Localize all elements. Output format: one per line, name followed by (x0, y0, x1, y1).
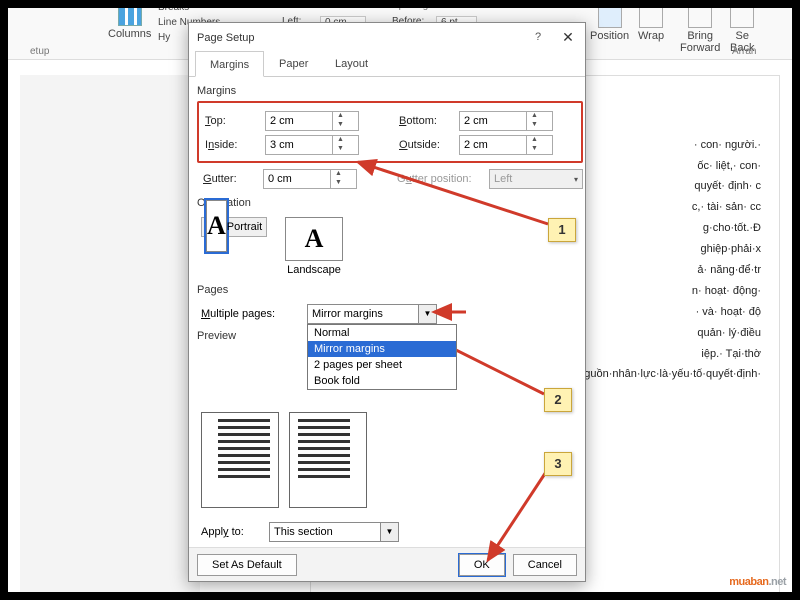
outside-spinner[interactable]: ▲▼ (459, 135, 553, 155)
tab-layout[interactable]: Layout (321, 51, 382, 77)
wrap-icon (639, 4, 663, 28)
close-button[interactable]: ✕ (555, 23, 581, 51)
outside-label: Outside: (399, 139, 459, 151)
watermark: muaban.net (729, 561, 786, 592)
callout-3: 3 (544, 452, 572, 476)
multiple-pages-label: Multiple pages: (201, 308, 297, 320)
option-book-fold[interactable]: Book fold (308, 373, 456, 389)
tab-paper[interactable]: Paper (265, 51, 322, 77)
page-setup-dialog: Page Setup ? ✕ Margins Paper Layout Marg… (188, 22, 586, 582)
orientation-landscape[interactable]: A Landscape (281, 217, 347, 276)
option-normal[interactable]: Normal (308, 325, 456, 341)
multiple-pages-combo[interactable]: Mirror margins ▼ Normal Mirror margins 2… (307, 304, 437, 324)
columns-icon (118, 2, 142, 26)
bottom-spinner[interactable]: ▲▼ (459, 111, 553, 131)
bottom-label: Bottom: (399, 115, 459, 127)
preview-legend: Preview (197, 330, 236, 342)
preview-page-left (201, 412, 279, 508)
orientation-group: Orientation A Portrait A Landscape (197, 197, 577, 278)
gutter-position-select: Left▾ (489, 169, 583, 189)
help-button[interactable]: ? (525, 23, 551, 51)
apply-to-combo[interactable]: This section ▼ (269, 522, 399, 542)
gutter-position-label: Gutter position: (397, 173, 489, 185)
bring-forward-button[interactable]: Bring Forward (680, 4, 720, 54)
dialog-title: Page Setup (197, 32, 255, 44)
gutter-spinner[interactable]: ▲▼ (263, 169, 357, 189)
position-icon (598, 4, 622, 28)
pages-legend: Pages (197, 284, 228, 296)
tab-margins[interactable]: Margins (195, 51, 264, 77)
margins-group: Margins Top: ▲▼ Bottom: ▲▼ Inside: ▲▼ Ou… (197, 85, 583, 191)
arrange-group-label: Arran (732, 46, 756, 57)
indent-group-label: Indent (282, 0, 310, 11)
portrait-icon: A (206, 200, 227, 252)
spacing-group-label: Spacing (392, 0, 428, 11)
page-setup-group-label: etup (30, 46, 49, 57)
dialog-titlebar: Page Setup ? ✕ (189, 23, 585, 51)
position-button[interactable]: Position (590, 4, 629, 42)
workspace-background (20, 75, 200, 595)
chevron-down-icon: ▼ (418, 305, 436, 323)
inside-label: Inside: (205, 139, 265, 151)
ok-button[interactable]: OK (459, 554, 505, 576)
orientation-portrait[interactable]: A Portrait (201, 217, 267, 237)
multiple-pages-dropdown: Normal Mirror margins 2 pages per sheet … (307, 324, 457, 390)
send-backward-icon (730, 4, 754, 28)
preview-page-right (289, 412, 367, 508)
callout-2: 2 (544, 388, 572, 412)
bring-forward-icon (688, 4, 712, 28)
dialog-footer: Set As Default OK Cancel (189, 547, 585, 581)
cancel-button[interactable]: Cancel (513, 554, 577, 576)
chevron-down-icon: ▼ (380, 523, 398, 541)
breaks-menu[interactable]: Breaks (158, 2, 189, 13)
dialog-tabs: Margins Paper Layout (189, 51, 585, 77)
inside-spinner[interactable]: ▲▼ (265, 135, 359, 155)
landscape-icon: A (285, 217, 343, 261)
columns-button[interactable]: Columns (108, 2, 151, 40)
wrap-text-button[interactable]: Wrap (638, 4, 664, 42)
top-spinner[interactable]: ▲▼ (265, 111, 359, 131)
option-mirror-margins[interactable]: Mirror margins (308, 341, 456, 357)
margins-highlight-box: Top: ▲▼ Bottom: ▲▼ Inside: ▲▼ Outside: ▲… (197, 101, 583, 163)
top-label: Top: (205, 115, 265, 127)
gutter-label: Gutter: (203, 173, 263, 185)
set-as-default-button[interactable]: Set As Default (197, 554, 297, 576)
margins-legend: Margins (197, 85, 236, 97)
option-2-pages-per-sheet[interactable]: 2 pages per sheet (308, 357, 456, 373)
pages-group: Pages Multiple pages: Mirror margins ▼ N… (197, 284, 577, 324)
callout-1: 1 (548, 218, 576, 242)
apply-to-label: Apply to: (201, 526, 261, 538)
hyphenation-menu[interactable]: Hy (158, 32, 170, 43)
